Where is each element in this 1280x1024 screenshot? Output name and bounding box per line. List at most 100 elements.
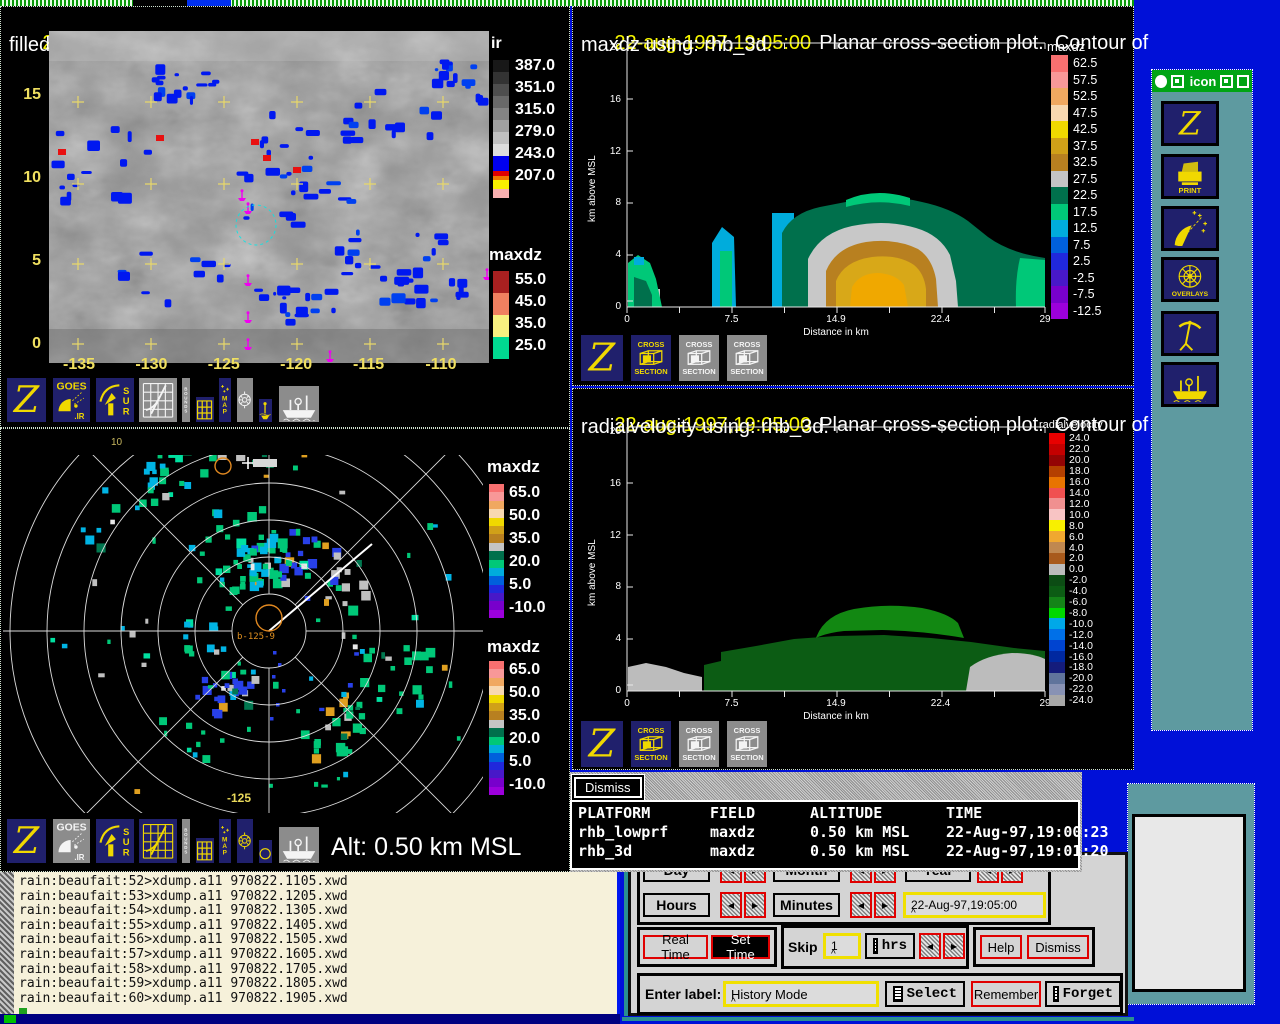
colorbar-segment [493,132,509,144]
colorbar-segment [1049,433,1065,444]
terminal-line: rain:beaufait:59>xdump.a11 970822.1805.x… [19,976,348,992]
gridradar-tool-button[interactable] [137,376,179,424]
antenna-icon-button[interactable] [1161,311,1219,356]
zeb-icon-button[interactable]: Z [1161,101,1219,146]
icon-window-title: icon [1189,73,1217,89]
altitude-label: Alt: 0.50 km MSL [331,833,522,861]
overlays-icon-button[interactable]: OVERLAYS [1161,257,1219,302]
colorbar-segment [1049,574,1065,586]
goes-tool-button[interactable]: GOES .IR [51,376,92,424]
real-time-button[interactable]: Real Time [643,932,708,962]
maxdz-colorbar [493,271,509,359]
print-icon-button[interactable]: PRINT [1161,154,1219,199]
skip-unit-menu-button[interactable]: hrs [865,933,915,959]
svg-text:R: R [123,848,130,859]
overlay-dismiss-button[interactable]: Dismiss [574,777,642,798]
stepper-left-button[interactable]: ◀ [850,892,872,918]
colorbar-title: radialvelocity [1039,419,1103,431]
select-text: Select [906,986,957,1002]
colorbar-segment [1051,187,1068,204]
colorbar-segment [493,72,509,84]
time-value-field[interactable]: 22-Aug-97,19:05:00 [903,892,1046,919]
colorbar-value-label: 17.5 [1073,204,1098,219]
tick-label: 7.5 [724,698,739,709]
colorbar-segment [489,702,504,712]
sweep-icon-button[interactable] [1161,206,1219,251]
cross-tool-button[interactable]: CROSS SECTION [677,719,721,769]
tick-label: 20 [609,42,621,53]
map-tool-button[interactable]: MAP [217,376,233,424]
terminal-text-area[interactable]: rain:beaufait:52>xdump.a11 970822.1105.x… [14,872,617,1014]
colorbar-value-label: 12.5 [1073,221,1098,236]
stepper-right-button[interactable]: ▶ [874,892,896,918]
colorbar-value-label: 22.0 [1069,443,1090,456]
colorbar-segment [1049,443,1065,455]
svg-text:Z: Z [13,379,40,421]
table-header-row: PLATFORM FIELD ALTITUDE TIME [578,804,1078,823]
svg-text:OVERLAYS: OVERLAYS [1172,291,1209,298]
cross-tool-button[interactable]: CROSS SECTION [677,333,721,383]
cross-tool-button[interactable]: CROSS SECTION [629,333,673,383]
colorbar-value-label: 4.0 [1069,541,1084,554]
terminal-line: rain:beaufait:56>xdump.a11 970822.1505.x… [19,932,348,948]
colorbar-value-label: 5.0 [509,752,532,770]
set-time-button[interactable]: Set Time [711,932,770,962]
window-menu-circle-button[interactable] [1155,74,1168,88]
forget-menu-button[interactable]: Forget [1045,981,1121,1007]
stepper-right-button[interactable]: ▶ [943,933,965,959]
ship-tool-button[interactable] [277,384,321,424]
gridsmall-tool-button[interactable] [194,395,216,424]
gridsmall-tool-button[interactable] [194,836,216,865]
colorbar-value-label: 279.0 [515,123,556,140]
ship-icon-button[interactable] [1161,362,1219,407]
cross-tool-button[interactable]: CROSS SECTION [725,333,769,383]
terminal-scrollbar[interactable] [0,872,14,1014]
gridradar-tool-button[interactable] [137,817,179,865]
icon-toolbox-window: icon Z PRINT OVERLAYS [1151,69,1253,731]
cross-tool-button[interactable]: CROSS SECTION [629,719,673,769]
help-button[interactable]: Help [980,935,1022,959]
select-menu-button[interactable]: Select [885,981,965,1007]
svg-text:R: R [123,407,130,418]
zeb-tool-button[interactable]: Z [5,817,48,865]
zeb-tool-button[interactable]: Z [5,376,48,424]
stepper-left-button[interactable]: ◀ [919,933,941,959]
colorbar-segment [1049,454,1065,466]
menu-icon [893,986,903,1002]
tick-label: -110 [425,356,457,373]
zeb-tool-button[interactable]: Z [579,333,625,383]
window-iconify-button[interactable] [1236,74,1249,88]
zeb-tool-button[interactable]: Z [579,719,625,769]
goes-tool-button[interactable]: GOES .IR [51,817,92,865]
minutes-steppers: ◀ ▶ [850,892,896,918]
colorbar-value-label: 0.0 [1069,563,1084,576]
buoy-tool-button[interactable] [257,397,274,424]
bounds-tool-button[interactable]: BOUNDS [180,817,192,865]
window-menu-button[interactable] [1171,74,1184,88]
colorbar-value-label: -18.0 [1069,661,1093,674]
minutes-label: Minutes [773,893,840,917]
label-field[interactable]: History Mode [723,981,879,1008]
gear-tool-button[interactable] [235,376,255,424]
colorbar-segment [1049,487,1065,499]
colorbar-segment [1049,629,1065,641]
circle-tool-button[interactable] [257,838,274,865]
remember-button[interactable]: Remember [971,981,1041,1007]
time-value-text: 22-Aug-97,19:05:00 [911,898,1018,912]
stepper-right-button[interactable]: ▶ [744,892,766,918]
colorbar-segment [489,609,504,619]
colorbar-value-label: -20.0 [1069,672,1093,685]
window-minimize-button[interactable] [1220,74,1233,88]
gear-tool-button[interactable] [235,817,255,865]
sur-tool-button[interactable]: SUR [94,817,136,865]
stepper-left-button[interactable]: ◀ [720,892,742,918]
ship-tool-button[interactable] [277,825,321,865]
skip-value-field[interactable]: 1 [823,933,861,960]
dialog-dismiss-button[interactable]: Dismiss [1027,935,1089,959]
svg-text:P: P [223,409,228,416]
sur-tool-button[interactable]: SUR [94,376,136,424]
map-tool-button[interactable]: MAP [217,817,233,865]
bounds-tool-button[interactable]: BOUNDS [180,376,192,424]
cross-tool-button[interactable]: CROSS SECTION [725,719,769,769]
colorbar-segment [1049,563,1065,575]
